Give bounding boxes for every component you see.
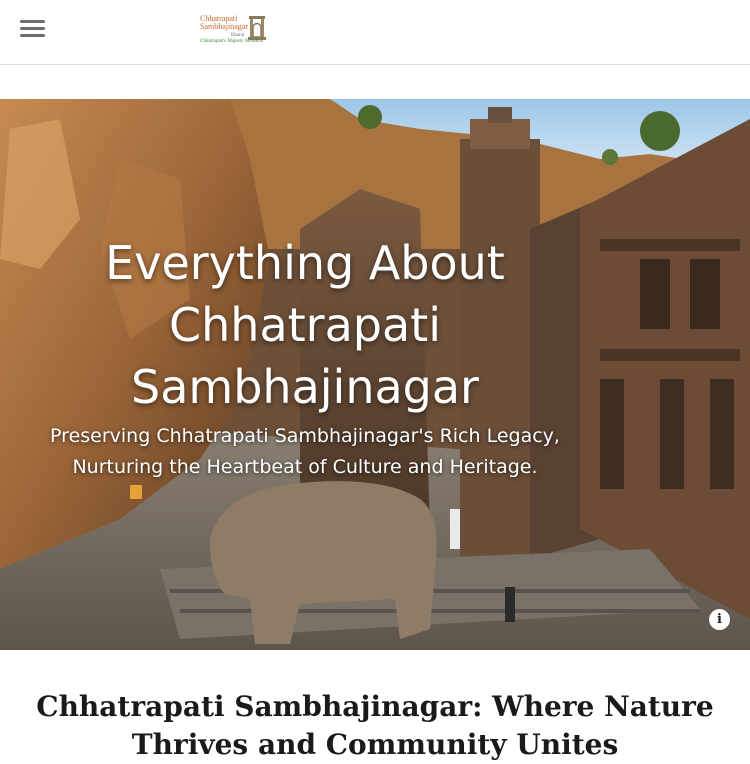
site-logo[interactable]: Chhatrapati Sambhajinagar Bharat Chhatra… xyxy=(198,14,268,48)
hero-banner: Everything About Chhatrapati Sambhajinag… xyxy=(0,99,750,650)
logo-line-2: Sambhajinagar xyxy=(200,22,248,31)
hero-subtitle: Preserving Chhatrapati Sambhajinagar's R… xyxy=(50,425,560,478)
logo-line-3: Bharat xyxy=(231,33,245,38)
hero-title: Everything About Chhatrapati Sambhajinag… xyxy=(105,236,505,414)
section-heading: Chhatrapati Sambhajinagar: Where Nature … xyxy=(36,690,714,761)
temple-arch-icon xyxy=(248,16,266,40)
hamburger-menu-icon[interactable] xyxy=(18,18,48,40)
site-header: Chhatrapati Sambhajinagar Bharat Chhatra… xyxy=(0,0,750,65)
info-icon[interactable]: i xyxy=(709,609,730,630)
